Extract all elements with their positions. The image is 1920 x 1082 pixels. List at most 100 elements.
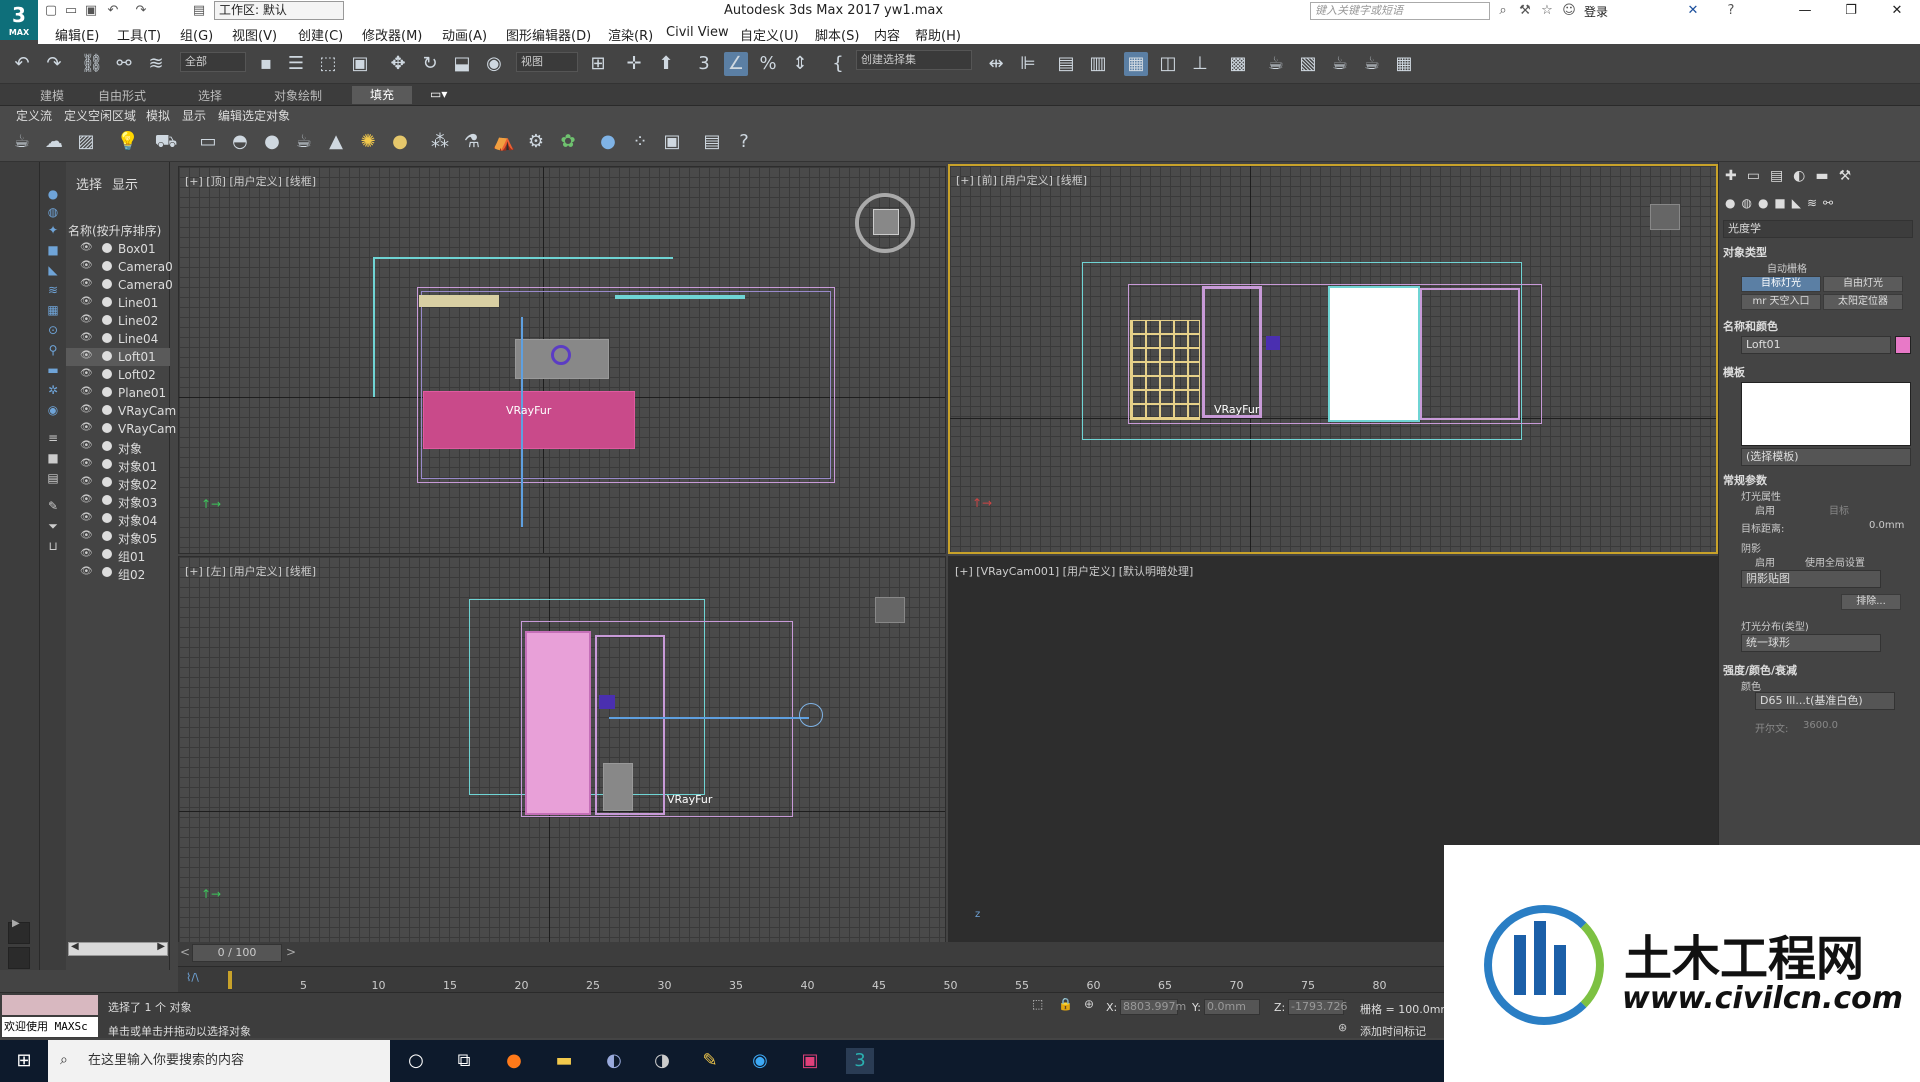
file-explorer-icon[interactable]: ▬ <box>550 1048 578 1074</box>
document-icon[interactable]: ▤ <box>700 130 724 154</box>
render-setup-icon[interactable]: ▩ <box>1226 52 1250 76</box>
maxscript-mini-listener[interactable]: 欢迎使用 MAXSc <box>2 1017 98 1037</box>
sun-icon[interactable]: ✺ <box>356 130 380 154</box>
rect-selection-icon[interactable]: ⬚ <box>316 52 340 76</box>
menu-edit[interactable]: 编辑(E) <box>55 25 99 44</box>
subtab-edit-selected[interactable]: 编辑选定对象 <box>218 107 290 124</box>
visibility-eye-icon[interactable]: 👁 <box>80 440 93 451</box>
workspace-dropdown[interactable]: 工作区: 默认 <box>214 1 344 20</box>
visibility-eye-icon[interactable]: 👁 <box>80 260 93 271</box>
viewcube-face[interactable] <box>873 209 899 235</box>
render-frame-icon[interactable]: ☕ <box>1264 52 1288 76</box>
tab-selection[interactable]: 选择 <box>198 87 222 104</box>
spinner-snap-icon[interactable]: ⇕ <box>788 52 812 76</box>
sphere-filter-icon[interactable]: ● <box>44 186 62 202</box>
light-category-dropdown[interactable]: 光度学 <box>1723 220 1913 238</box>
list-item[interactable]: 👁 Line04 <box>66 330 170 348</box>
viewport-front[interactable]: [+] [前] [用户定义] [线框] VRayFur ↑→ <box>948 164 1718 554</box>
color-preset-dropdown[interactable]: D65 Ill...t(基准白色) <box>1755 692 1895 710</box>
new-file-icon[interactable]: ▢ <box>42 2 60 20</box>
ribbon-toggle-icon[interactable]: ▥ <box>1086 52 1110 76</box>
render-production-icon[interactable]: ▧ <box>1296 52 1320 76</box>
filter-icon[interactable]: ⏷ <box>44 518 62 534</box>
create-category-icons[interactable]: ●◍●■◣≋⚯ <box>1725 196 1915 214</box>
viewport-top-label[interactable]: [+] [顶] [用户定义] [线框] <box>185 173 316 189</box>
visibility-eye-icon[interactable]: 👁 <box>80 476 93 487</box>
visibility-eye-icon[interactable]: 👁 <box>80 422 93 433</box>
app-icon-3[interactable]: ▣ <box>796 1048 824 1074</box>
render-iterative-icon[interactable]: ☕ <box>1328 52 1352 76</box>
render-activeshade-icon[interactable]: ☕ <box>1360 52 1384 76</box>
close-button[interactable]: ✕ <box>1874 0 1920 22</box>
target-light-button[interactable]: 目标灯光 <box>1741 276 1821 292</box>
viewport-left-label[interactable]: [+] [左] [用户定义] [线框] <box>185 563 316 579</box>
menu-rendering[interactable]: 渲染(R) <box>608 25 653 44</box>
angle-snap-icon[interactable]: ∠ <box>724 52 748 76</box>
plant-icon[interactable]: ✿ <box>556 130 580 154</box>
rotate-icon[interactable]: ↻ <box>418 52 442 76</box>
curve-editor-toggle-icon[interactable]: ⌇/\ <box>186 971 199 984</box>
distribution-dropdown[interactable]: 统一球形 <box>1741 634 1881 652</box>
helper-filter-icon[interactable]: ◣ <box>44 262 62 278</box>
list-item[interactable]: 👁 Line02 <box>66 312 170 330</box>
visibility-eye-icon[interactable]: 👁 <box>80 332 93 343</box>
prev-frame-icon[interactable]: < <box>180 945 190 959</box>
object-type-rollout[interactable]: 对象类型 <box>1723 244 1767 260</box>
list-item[interactable]: 👁 对象 <box>66 438 170 456</box>
kelvin-value[interactable]: 3600.0 <box>1803 720 1838 731</box>
physics-icon[interactable]: ⚗ <box>460 130 484 154</box>
menu-civil-view[interactable]: Civil View <box>666 25 729 40</box>
list-item[interactable]: 👁 对象05 <box>66 528 170 546</box>
list-icon[interactable]: ≡ <box>44 430 62 446</box>
object-color-swatch[interactable] <box>1895 336 1911 354</box>
menu-scripting[interactable]: 脚本(S) <box>815 25 859 44</box>
visibility-eye-icon[interactable]: 👁 <box>80 458 93 469</box>
isolate-icon[interactable]: ⬚ <box>1032 997 1043 1011</box>
favorites-icon[interactable]: ☆ <box>1538 2 1556 20</box>
tab-modeling[interactable]: 建模 <box>40 87 64 104</box>
move-icon[interactable]: ✥ <box>386 52 410 76</box>
list-item[interactable]: 👁 Camera0 <box>66 276 173 294</box>
square-icon[interactable]: ■ <box>44 450 62 466</box>
tab-display[interactable]: 显示 <box>112 174 138 193</box>
undo-icon[interactable]: ↶ <box>104 2 122 20</box>
list-item[interactable]: 👁 组01 <box>66 546 170 564</box>
light-enabled-checkbox[interactable]: 启用 <box>1755 502 1775 517</box>
list-item[interactable]: 👁 VRayCam <box>66 402 176 420</box>
subtab-simulate[interactable]: 模拟 <box>146 107 170 124</box>
visibility-eye-icon[interactable]: 👁 <box>80 242 93 253</box>
next-frame-icon[interactable]: > <box>286 945 296 959</box>
maxscript-listener[interactable] <box>2 995 98 1015</box>
horizontal-scrollbar[interactable]: ◀ ▶ <box>68 941 168 956</box>
shadow-type-dropdown[interactable]: 阴影贴图 <box>1741 570 1881 588</box>
place-icon[interactable]: ◉ <box>482 52 506 76</box>
hemisphere-icon[interactable]: ◓ <box>228 130 252 154</box>
visibility-eye-icon[interactable]: 👁 <box>80 296 93 307</box>
subtab-define-idle-areas[interactable]: 定义空闲区域 <box>64 107 136 124</box>
visibility-eye-icon[interactable]: 👁 <box>80 404 93 415</box>
box-icon[interactable]: ▭ <box>196 130 220 154</box>
percent-snap-icon[interactable]: % <box>756 52 780 76</box>
free-light-button[interactable]: 自由灯光 <box>1823 276 1903 292</box>
list-item[interactable]: 👁 Camera0 <box>66 258 173 276</box>
visibility-eye-icon[interactable]: 👁 <box>80 566 93 577</box>
command-panel-tabs[interactable]: ✚▭▤◐▬⚒ <box>1725 168 1915 186</box>
binoculars-icon[interactable]: ⌕ <box>1494 2 1512 20</box>
viewcube-icon[interactable] <box>1650 204 1680 230</box>
subtab-define-flows[interactable]: 定义流 <box>16 107 52 124</box>
task-view-icon[interactable]: ⧉ <box>450 1048 478 1074</box>
visibility-eye-icon[interactable]: 👁 <box>80 548 93 559</box>
bind-space-warp-icon[interactable]: ≋ <box>144 52 168 76</box>
list-item[interactable]: 👁 VRayCam <box>66 420 176 438</box>
cortana-icon[interactable]: ○ <box>402 1048 430 1074</box>
viewport-top[interactable]: [+] [顶] [用户定义] [线框] VRayFur ↑→ <box>178 166 946 554</box>
target-checkbox[interactable]: 目标 <box>1829 502 1849 517</box>
viewport-front-label[interactable]: [+] [前] [用户定义] [线框] <box>956 172 1087 188</box>
teapot-icon[interactable]: ☕ <box>10 130 34 154</box>
curve-editor-icon[interactable]: ▦ <box>1124 52 1148 76</box>
particles-icon[interactable]: ⁂ <box>428 130 452 154</box>
list-item[interactable]: 👁 Plane01 <box>66 384 170 402</box>
cone-icon[interactable]: ▲ <box>324 130 348 154</box>
app-icon-2[interactable]: ◑ <box>648 1048 676 1074</box>
material-editor-icon[interactable]: ⊥ <box>1188 52 1212 76</box>
